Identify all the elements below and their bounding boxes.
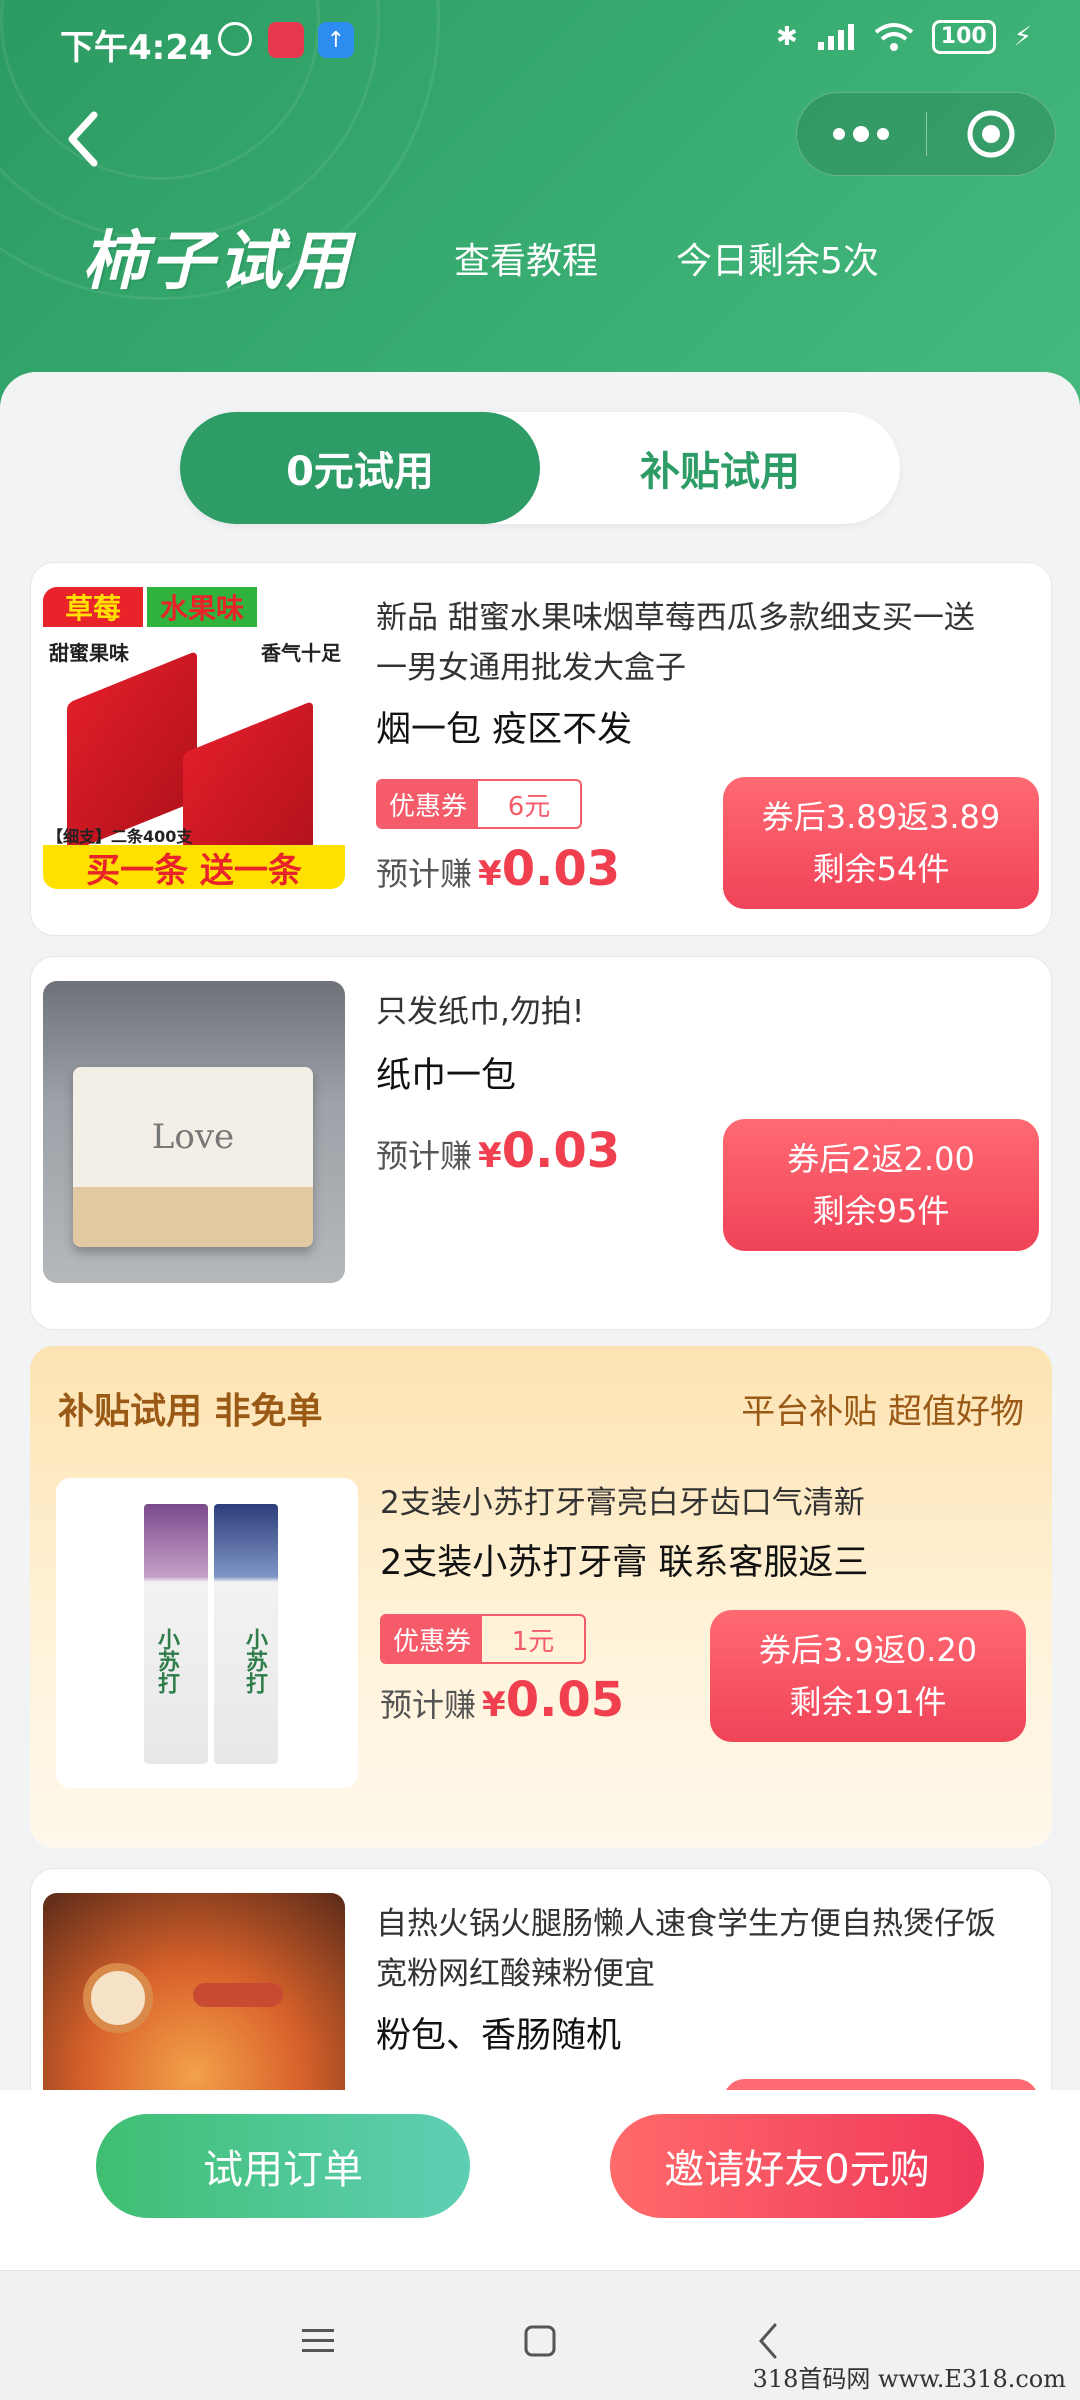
bottom-action-bar: 试用订单 邀请好友0元购 — [0, 2090, 1080, 2270]
miniapp-capsule — [796, 92, 1056, 176]
product-title: 宽粉网红酸辣粉便宜 — [376, 1956, 655, 1992]
close-miniapp-button[interactable] — [927, 92, 1056, 176]
image-caption: 甜蜜果味 — [49, 641, 129, 665]
chevron-left-icon — [68, 111, 98, 167]
lotus-slice — [83, 1963, 153, 2033]
main-content: 0元试用 补贴试用 草莓 水果味 甜蜜果味 香气十足 【细支】二条400支 买一… — [0, 372, 1080, 2092]
toothpaste-label-text: 小苏打 — [242, 1628, 267, 1694]
signal-icon — [817, 24, 854, 50]
estimated-earning: 预计赚 ¥ 0.05 — [380, 1672, 624, 1728]
claim-button[interactable]: 券后2返2.00 剩余95件 — [723, 1119, 1039, 1251]
upload-icon: ↑ — [318, 22, 354, 58]
taobao-icon — [268, 22, 304, 58]
coupon-label: 优惠券 — [378, 781, 478, 827]
claim-price: 券后2返2.00 — [787, 1140, 975, 1178]
coupon-badge: 优惠券 6元 — [376, 779, 582, 829]
currency-symbol: ¥ — [478, 854, 502, 894]
earn-label: 预计赚 — [376, 855, 473, 893]
remaining-today: 今日剩余5次 — [676, 241, 879, 282]
alarm-icon — [218, 22, 252, 56]
charging-icon: ⚡ — [1013, 22, 1032, 52]
target-icon — [967, 110, 1015, 158]
back-icon — [759, 2323, 777, 2359]
estimated-earning: 预计赚 ¥ 0.03 — [376, 841, 620, 897]
coupon-label: 优惠券 — [382, 1616, 482, 1662]
product-subtitle: 粉包、香肠随机 — [376, 2016, 622, 2056]
system-nav-bar: 318首码网 www.E318.com — [0, 2270, 1080, 2400]
product-subtitle: 2支装小苏打牙膏 联系客服返三 — [380, 1543, 869, 1583]
product-title: 自热火锅火腿肠懒人速食学生方便自热煲仔饭 — [376, 1906, 996, 1942]
tissue-pack: Love — [73, 1067, 313, 1247]
claim-price: 券后3.89返3.89 — [761, 798, 1001, 836]
home-nav-button[interactable] — [510, 2311, 570, 2371]
currency-symbol: ¥ — [482, 1685, 506, 1725]
earn-label: 预计赚 — [376, 1137, 473, 1175]
product-image — [43, 1893, 345, 2092]
product-title: 新品 甜蜜水果味烟草莓西瓜多款细支买一送 — [376, 600, 975, 636]
brand-logo: 柿子试用 — [82, 225, 354, 299]
toothpaste-label-text: 小苏打 — [154, 1628, 179, 1694]
header: 下午4:24 ↑ ✱ 100 ⚡ 柿子试用 查看教程 今日剩余5次 — [0, 0, 1080, 420]
sausage — [193, 1983, 283, 2007]
earn-amount: 0.03 — [501, 1123, 621, 1179]
more-button[interactable] — [797, 92, 926, 176]
menu-nav-button[interactable] — [288, 2311, 348, 2371]
image-tag: 草莓 — [43, 587, 143, 627]
tissue-band — [73, 1187, 313, 1247]
bluetooth-icon: ✱ — [776, 22, 798, 52]
currency-symbol: ¥ — [478, 1136, 502, 1176]
product-title: 一男女通用批发大盒子 — [376, 650, 686, 686]
toothpaste-label: 小苏打 小苏打 — [150, 1628, 270, 1694]
claim-price: 券后3.9返0.20 — [758, 1631, 978, 1669]
earn-amount: 0.03 — [501, 841, 621, 897]
status-right: ✱ 100 ⚡ — [776, 20, 1032, 54]
product-card[interactable]: 小苏打 小苏打 2支装小苏打牙膏亮白牙齿口气清新 2支装小苏打牙膏 联系客服返三… — [56, 1478, 1026, 1788]
coupon-badge: 优惠券 1元 — [380, 1614, 586, 1664]
image-tag: 水果味 — [147, 587, 257, 627]
status-bar: 下午4:24 ↑ ✱ 100 ⚡ — [0, 0, 1080, 84]
product-title: 只发纸巾,勿拍! — [376, 994, 585, 1030]
coupon-value: 1元 — [511, 1626, 555, 1657]
product-subtitle: 烟一包 疫区不发 — [376, 710, 633, 750]
subsidy-section: 补贴试用 非免单 平台补贴 超值好物 小苏打 小苏打 2支装小苏打牙膏亮白牙齿口… — [30, 1346, 1052, 1848]
product-image: 草莓 水果味 甜蜜果味 香气十足 【细支】二条400支 买一条 送一条 — [43, 587, 345, 889]
square-icon — [524, 2325, 556, 2357]
tutorial-link[interactable]: 查看教程 — [454, 232, 598, 284]
earn-amount: 0.05 — [505, 1672, 625, 1728]
product-card[interactable]: Love 只发纸巾,勿拍! 纸巾一包 预计赚 ¥ 0.03 券后2返2.00 剩… — [30, 956, 1052, 1330]
wifi-icon — [874, 23, 914, 51]
trial-orders-button[interactable]: 试用订单 — [96, 2114, 470, 2218]
coupon-value: 6元 — [507, 791, 551, 822]
subsidy-slogan: 平台补贴 超值好物 — [741, 1392, 1024, 1432]
invite-friends-button[interactable]: 邀请好友0元购 — [610, 2114, 984, 2218]
more-dots-icon — [833, 126, 890, 142]
product-card[interactable]: 自热火锅火腿肠懒人速食学生方便自热煲仔饭 宽粉网红酸辣粉便宜 粉包、香肠随机 — [30, 1868, 1052, 2092]
tab-bar: 0元试用 补贴试用 — [180, 412, 900, 524]
claim-button[interactable]: 券后3.89返3.89 剩余54件 — [723, 777, 1039, 909]
tab-free-trial[interactable]: 0元试用 — [180, 412, 540, 524]
menu-icon — [302, 2329, 334, 2352]
claim-button[interactable]: 券后3.9返0.20 剩余191件 — [710, 1610, 1026, 1742]
battery-indicator: 100 — [931, 20, 996, 54]
back-button[interactable] — [62, 104, 112, 174]
status-time: 下午4:24 — [60, 28, 213, 68]
image-caption: 香气十足 — [261, 641, 341, 665]
subsidy-title: 补贴试用 非免单 — [58, 1391, 323, 1432]
image-banner: 买一条 送一条 — [43, 845, 345, 889]
product-title: 2支装小苏打牙膏亮白牙齿口气清新 — [380, 1485, 865, 1521]
product-image: Love — [43, 981, 345, 1283]
claim-stock: 剩余95件 — [812, 1192, 950, 1230]
earn-label: 预计赚 — [380, 1686, 477, 1724]
tab-subsidy-trial[interactable]: 补贴试用 — [540, 412, 900, 524]
claim-stock: 剩余54件 — [812, 850, 950, 888]
product-card[interactable]: 草莓 水果味 甜蜜果味 香气十足 【细支】二条400支 买一条 送一条 新品 甜… — [30, 562, 1052, 936]
estimated-earning: 预计赚 ¥ 0.03 — [376, 1123, 620, 1179]
tissue-brand: Love — [151, 1117, 235, 1157]
claim-stock: 剩余191件 — [789, 1683, 947, 1721]
product-subtitle: 纸巾一包 — [376, 1056, 517, 1096]
watermark: 318首码网 www.E318.com — [752, 2365, 1066, 2393]
product-image: 小苏打 小苏打 — [56, 1478, 358, 1788]
